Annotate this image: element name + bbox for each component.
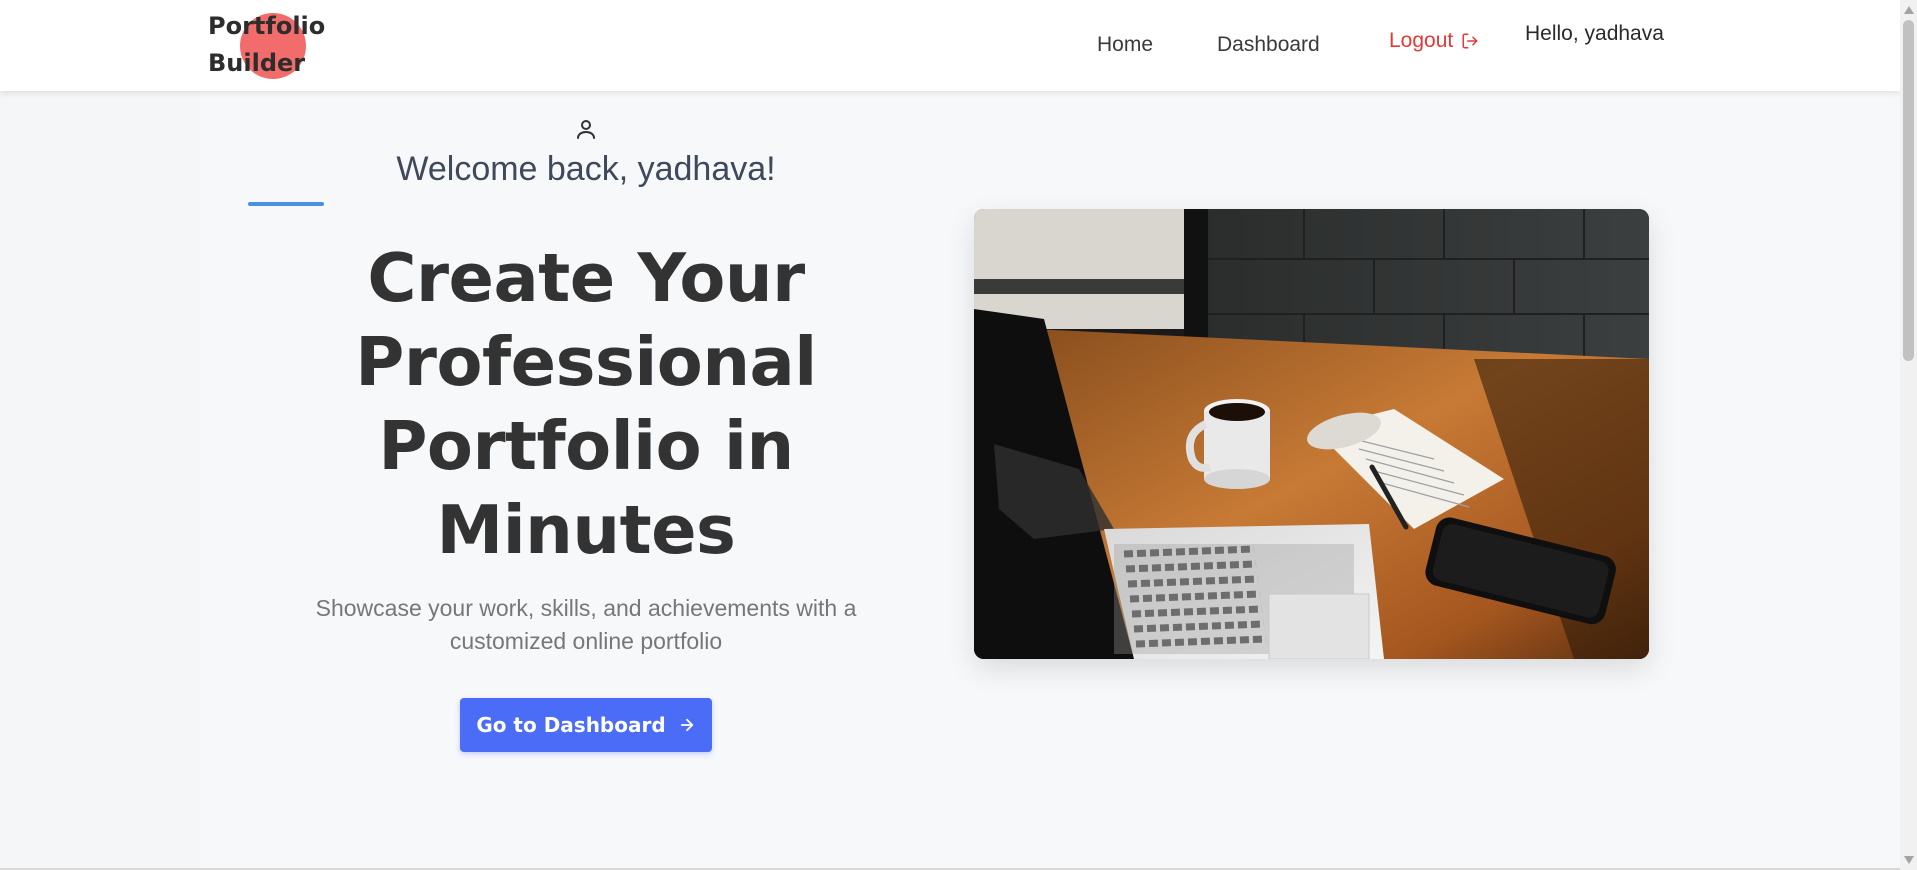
welcome-message: Welcome back, yadhava! (396, 150, 776, 188)
scroll-down-arrow-icon[interactable] (1904, 856, 1914, 864)
go-to-dashboard-button[interactable]: Go to Dashboard (460, 698, 712, 752)
user-icon (577, 120, 595, 139)
vertical-scrollbar[interactable] (1900, 0, 1917, 870)
nav-home-link[interactable]: Home (1097, 33, 1153, 57)
accent-divider (248, 202, 324, 206)
nav-dashboard-link[interactable]: Dashboard (1217, 33, 1320, 57)
nav-logout-link[interactable]: Logout (1389, 29, 1479, 53)
cta-label: Go to Dashboard (476, 713, 666, 737)
page-left-strip (0, 91, 200, 870)
user-greeting: Hello, yadhava (1525, 22, 1664, 45)
workspace-photo (974, 209, 1649, 659)
arrow-right-icon (680, 718, 693, 732)
brand-line-1: Portfolio (208, 12, 326, 40)
logout-label: Logout (1389, 29, 1454, 52)
brand-line-2: Builder (208, 49, 306, 77)
scroll-thumb[interactable] (1903, 20, 1914, 361)
brand-logo[interactable]: Portfolio Builder (208, 8, 328, 82)
hero-headline: Create Your Professional Portfolio in Mi… (355, 239, 817, 569)
logout-icon (1462, 33, 1478, 49)
hero-subtitle: Showcase your work, skills, and achievem… (315, 595, 857, 654)
scroll-up-arrow-icon[interactable] (1904, 6, 1914, 14)
navbar: Portfolio Builder Home Dashboard Logout … (0, 0, 1900, 91)
workspace-photo-illustration (974, 209, 1649, 659)
